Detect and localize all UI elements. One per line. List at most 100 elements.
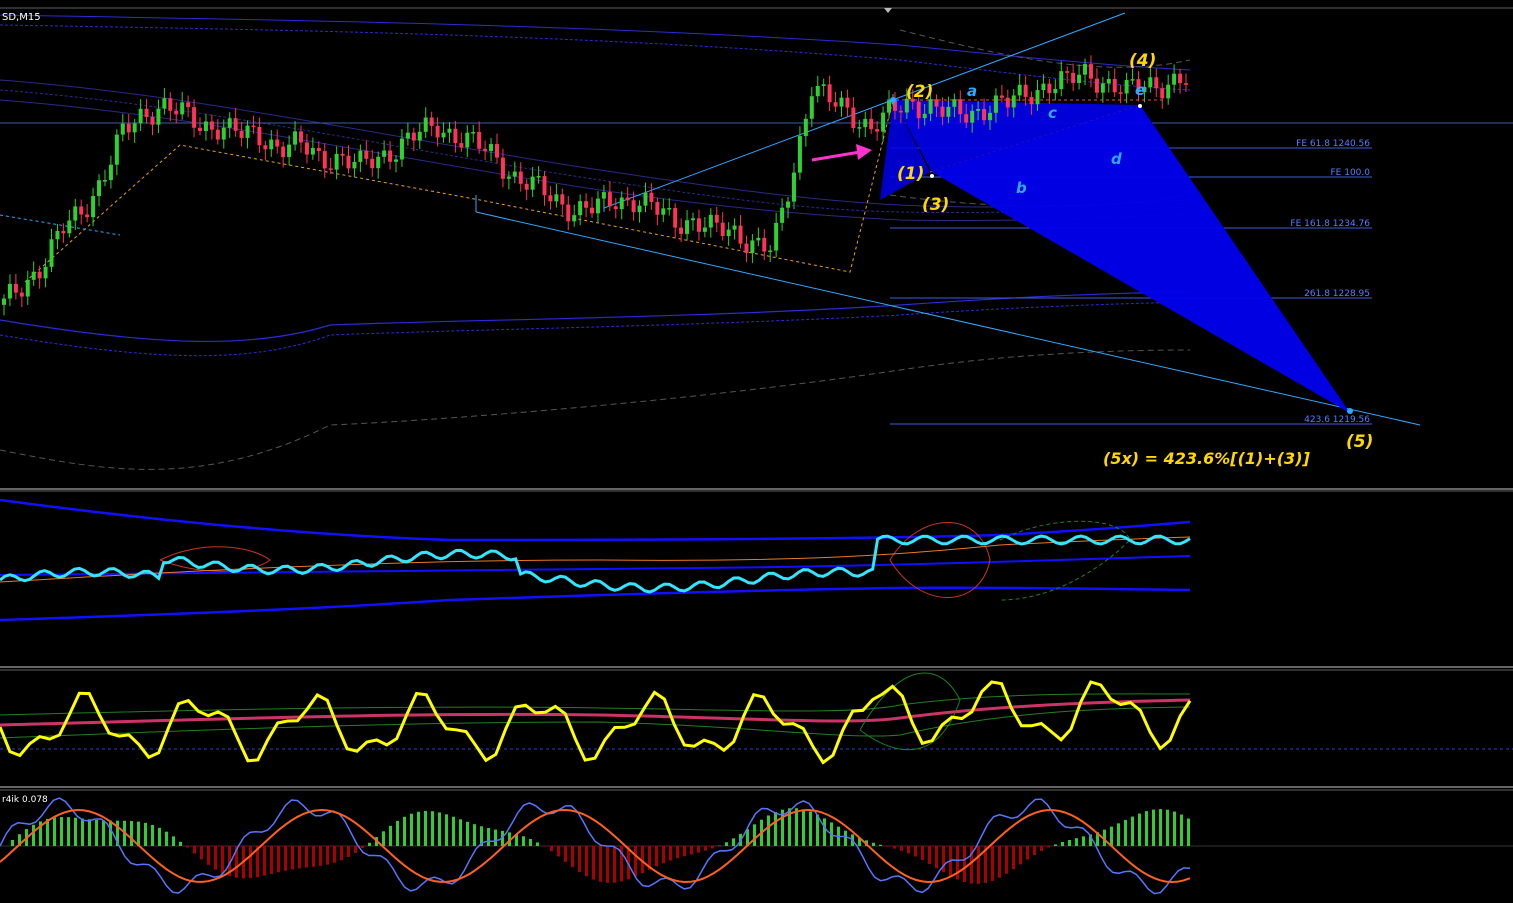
candle-body[interactable] [400,139,404,160]
candle-body[interactable] [293,131,297,144]
harmonic-pattern[interactable] [880,100,1350,413]
candle-body[interactable] [525,184,529,190]
candle-body[interactable] [442,133,446,138]
candle-body[interactable] [1036,90,1040,104]
candle-body[interactable] [584,201,588,208]
candle-body[interactable] [192,107,196,128]
candle-body[interactable] [1113,79,1117,92]
candle-body[interactable] [786,202,790,208]
candle-body[interactable] [495,144,499,158]
candle-body[interactable] [281,147,285,158]
candle-body[interactable] [614,206,618,209]
candle-body[interactable] [519,172,523,184]
candle-body[interactable] [388,151,392,162]
candle-body[interactable] [828,84,832,102]
candle-body[interactable] [507,177,511,179]
candle-body[interactable] [269,140,273,150]
candle-body[interactable] [376,157,380,168]
candle-body[interactable] [935,99,939,106]
candle-body[interactable] [988,113,992,120]
candle-body[interactable] [1053,89,1057,93]
candle-body[interactable] [424,118,428,132]
candle-body[interactable] [8,284,12,299]
candle-body[interactable] [234,118,238,131]
candle-body[interactable] [1148,77,1152,87]
candle-body[interactable] [1006,98,1010,108]
candle-body[interactable] [26,280,30,297]
candle-body[interactable] [679,228,683,234]
candle-body[interactable] [79,206,83,214]
candle-body[interactable] [1119,92,1123,94]
candle-body[interactable] [139,109,143,124]
candle-body[interactable] [869,119,873,129]
candle-body[interactable] [370,159,374,168]
candle-body[interactable] [61,231,65,233]
candle-body[interactable] [602,192,606,198]
candle-body[interactable] [531,177,535,190]
candle-body[interactable] [798,136,802,173]
candle-body[interactable] [240,131,244,138]
candle-body[interactable] [317,148,321,151]
candle-body[interactable] [1018,85,1022,96]
candle-body[interactable] [1077,75,1081,83]
candle-body[interactable] [1089,64,1093,79]
candle-body[interactable] [1041,84,1045,90]
candle-body[interactable] [44,267,48,279]
candle-body[interactable] [186,102,190,107]
candle-body[interactable] [548,195,552,201]
candle-body[interactable] [822,84,826,86]
candle-body[interactable] [299,131,303,142]
candle-body[interactable] [744,244,748,253]
candle-body[interactable] [133,123,137,132]
candle-body[interactable] [1107,79,1111,83]
candle-body[interactable] [1083,64,1087,75]
candle-body[interactable] [762,238,766,252]
candle-body[interactable] [412,133,416,141]
candle-body[interactable] [2,299,6,305]
candle-body[interactable] [406,133,410,139]
candle-body[interactable] [1012,95,1016,107]
candle-body[interactable] [109,165,113,180]
candle-body[interactable] [685,220,689,234]
candle-body[interactable] [976,109,980,111]
candle-body[interactable] [287,145,291,157]
candle-body[interactable] [608,192,612,206]
candle-body[interactable] [246,126,250,138]
chart-window[interactable]: FE 61.8 1240.56FE 100.0FE 161.8 1234.762… [0,0,1513,899]
candle-body[interactable] [768,251,772,253]
candle-body[interactable] [982,109,986,120]
candle-body[interactable] [32,272,36,280]
candle-body[interactable] [216,130,220,140]
indicator-panel-2[interactable] [0,673,1513,763]
candle-body[interactable] [638,206,642,212]
candle-body[interactable] [834,102,838,106]
candle-body[interactable] [739,226,743,244]
candle-body[interactable] [661,208,665,214]
candle-body[interactable] [845,98,849,108]
candle-body[interactable] [703,228,707,232]
candle-body[interactable] [1154,77,1158,88]
candle-body[interactable] [459,143,463,147]
candle-body[interactable] [358,151,362,162]
candle-body[interactable] [162,98,166,108]
candle-body[interactable] [1095,79,1099,93]
candle-body[interactable] [673,208,677,228]
candle-body[interactable] [489,144,493,151]
candle-body[interactable] [733,226,737,230]
candle-body[interactable] [352,162,356,168]
candle-body[interactable] [543,176,547,195]
candle-body[interactable] [1101,83,1105,92]
candle-body[interactable] [727,230,731,236]
candle-body[interactable] [121,124,125,135]
candle-body[interactable] [620,198,624,210]
candle-body[interactable] [946,107,950,117]
candle-body[interactable] [643,193,647,206]
shift-marker-icon[interactable] [884,8,892,13]
candle-body[interactable] [513,172,517,177]
candle-body[interactable] [578,201,582,215]
candle-body[interactable] [1065,71,1069,73]
candle-body[interactable] [341,154,345,156]
candle-body[interactable] [156,109,160,125]
candle-body[interactable] [305,142,309,154]
candle-body[interactable] [501,158,505,179]
